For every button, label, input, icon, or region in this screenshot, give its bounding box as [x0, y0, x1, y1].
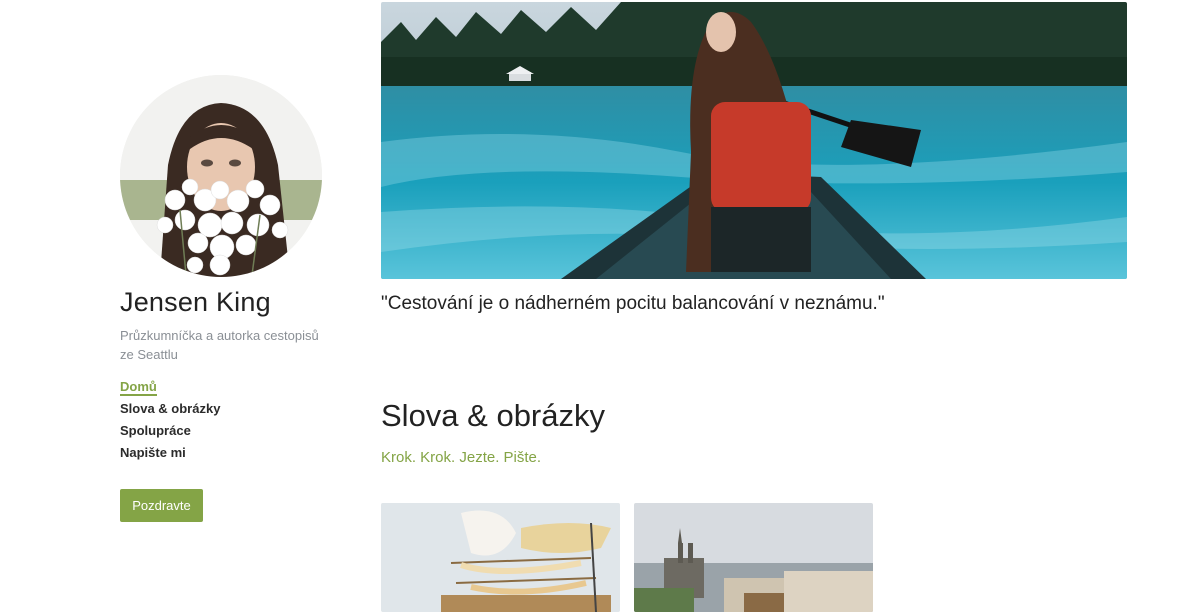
nav-link-home[interactable]: Domů: [120, 379, 157, 396]
nav-item-contact[interactable]: Napište mi: [120, 444, 220, 466]
nav-item-collaboration[interactable]: Spolupráce: [120, 422, 220, 444]
market-photo: [381, 503, 620, 612]
nav-item-words-pictures[interactable]: Slova & obrázky: [120, 400, 220, 422]
gallery-thumb-market[interactable]: [381, 503, 620, 612]
nav-link-contact[interactable]: Napište mi: [120, 444, 186, 462]
nav-item-home[interactable]: Domů: [120, 378, 220, 400]
avatar-photo: [120, 75, 322, 277]
hero-quote: "Cestování je o nádherném pocitu balanco…: [381, 293, 885, 314]
paris-photo: [634, 503, 873, 612]
section-subtitle: Krok. Krok. Jezte. Pište.: [381, 449, 542, 466]
section-title: Slova & obrázky: [381, 398, 605, 433]
profile-tagline: Průzkumníčka a autorka cestopisů ze Seat…: [120, 328, 319, 362]
hero-photo: [381, 2, 1127, 279]
nav-link-collaboration[interactable]: Spolupráce: [120, 422, 191, 440]
say-hello-button[interactable]: Pozdravte: [120, 489, 203, 522]
nav-link-words-pictures[interactable]: Slova & obrázky: [120, 400, 220, 418]
gallery-thumb-paris[interactable]: [634, 503, 873, 612]
profile-name: Jensen King: [120, 287, 271, 317]
main-nav: Domů Slova & obrázky Spolupráce Napište …: [120, 378, 220, 466]
avatar: [120, 75, 322, 277]
hero-image: [381, 2, 1127, 279]
